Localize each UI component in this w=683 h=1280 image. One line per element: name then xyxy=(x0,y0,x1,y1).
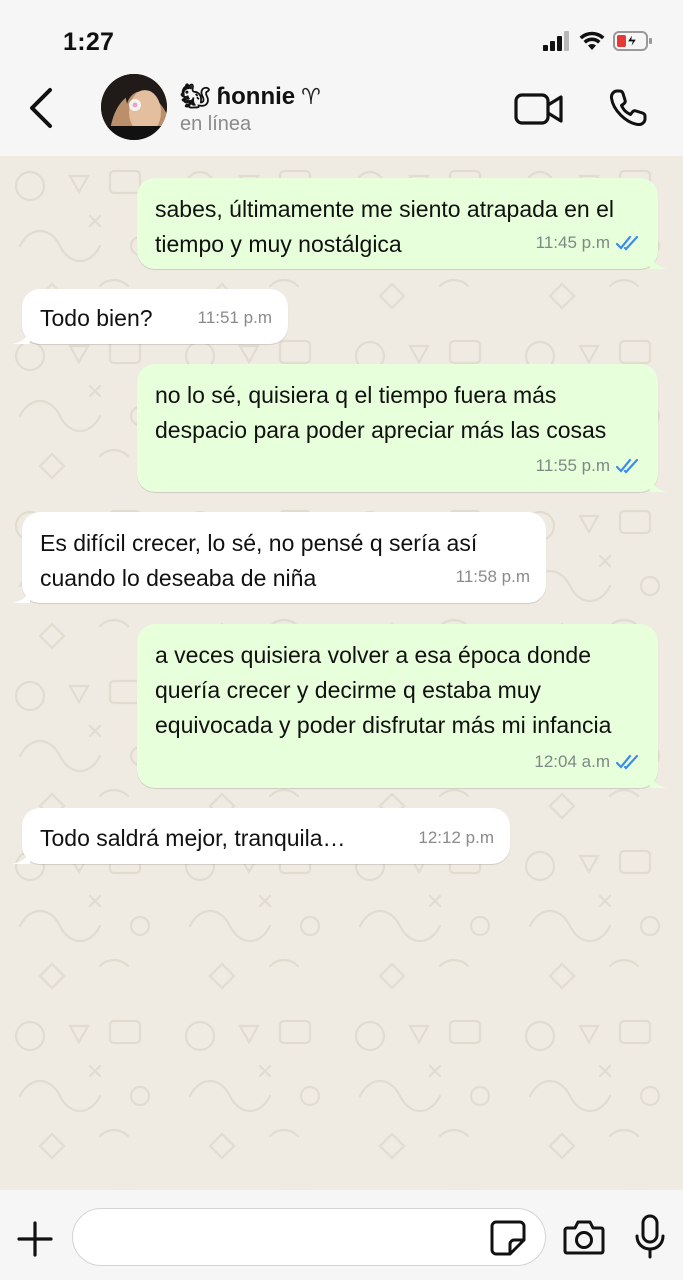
zodiac-symbol: ♈︎ xyxy=(301,83,321,109)
message-text: Es difícil crecer, lo sé, no pensé q ser… xyxy=(40,530,478,591)
message-time: 12:12 p.m xyxy=(418,828,494,847)
bubble-tail xyxy=(12,328,30,344)
message-time: 12:04 a.m xyxy=(534,752,610,771)
message-incoming[interactable]: Todo saldrá mejor, tranquila… 12:12 p.m xyxy=(12,808,510,864)
video-call-button[interactable] xyxy=(514,92,564,126)
status-time: 1:27 xyxy=(63,28,115,56)
message-meta: 11:51 p.m xyxy=(198,300,272,335)
back-button[interactable] xyxy=(22,86,62,130)
input-bar xyxy=(0,1190,683,1280)
message-outgoing[interactable]: sabes, últimamente me siento atrapada en… xyxy=(137,178,668,269)
bubble-tail xyxy=(650,772,668,788)
read-ticks-icon xyxy=(616,458,639,474)
bubble-tail xyxy=(12,587,30,603)
read-ticks-icon xyxy=(616,754,639,770)
contact-name: 🐿 ɦonnie ♈︎ xyxy=(180,82,321,111)
voice-call-button[interactable] xyxy=(608,88,648,128)
message-text: no lo sé, quisiera q el tiempo fuera más… xyxy=(155,382,607,443)
message-time: 11:55 p.m xyxy=(535,456,610,475)
camera-button[interactable] xyxy=(563,1218,605,1256)
message-meta: 11:58 p.m xyxy=(456,559,530,594)
sticker-button[interactable] xyxy=(490,1220,526,1256)
status-icons xyxy=(543,28,653,54)
battery-charging-icon xyxy=(613,31,652,51)
status-bar: 1:27 xyxy=(0,0,683,70)
message-incoming[interactable]: Todo bien? 11:51 p.m xyxy=(12,289,288,344)
bubble-tail xyxy=(650,476,668,492)
message-text: Todo bien? xyxy=(40,305,153,331)
mic-button[interactable] xyxy=(634,1214,666,1260)
message-meta: 12:12 p.m xyxy=(418,820,494,855)
wifi-icon xyxy=(579,31,605,50)
contact-name-text: ɦonnie xyxy=(216,82,296,110)
message-meta: 11:45 p.m xyxy=(536,225,642,260)
avatar[interactable] xyxy=(101,74,167,140)
message-time: 11:45 p.m xyxy=(535,233,610,252)
message-incoming[interactable]: Es difícil crecer, lo sé, no pensé q ser… xyxy=(12,512,546,603)
chat-area[interactable]: sabes, últimamente me siento atrapada en… xyxy=(0,156,683,1190)
message-text: Todo saldrá mejor, tranquila… xyxy=(40,825,346,851)
message-outgoing[interactable]: no lo sé, quisiera q el tiempo fuera más… xyxy=(137,364,668,492)
bubble-tail xyxy=(12,848,30,864)
avatar-image xyxy=(101,74,167,140)
message-text: a veces quisiera volver a esa época dond… xyxy=(155,642,612,738)
message-outgoing[interactable]: a veces quisiera volver a esa época dond… xyxy=(137,624,668,788)
message-time: 11:51 p.m xyxy=(197,308,272,327)
plus-button[interactable] xyxy=(16,1220,54,1258)
contact-status: en línea xyxy=(180,113,252,135)
contact-info[interactable]: 🐿 ɦonnie ♈︎ en línea xyxy=(180,82,321,136)
bubble-tail xyxy=(650,253,668,269)
read-ticks-icon xyxy=(616,235,639,251)
signal-icon xyxy=(543,31,569,51)
message-time: 11:58 p.m xyxy=(455,567,530,586)
message-input[interactable] xyxy=(72,1208,546,1266)
squirrel-emoji: 🐿 xyxy=(180,83,211,110)
message-meta: 11:55 p.m xyxy=(536,448,642,483)
chat-header: 🐿 ɦonnie ♈︎ en línea xyxy=(0,70,683,156)
message-meta: 12:04 a.m xyxy=(534,744,642,779)
